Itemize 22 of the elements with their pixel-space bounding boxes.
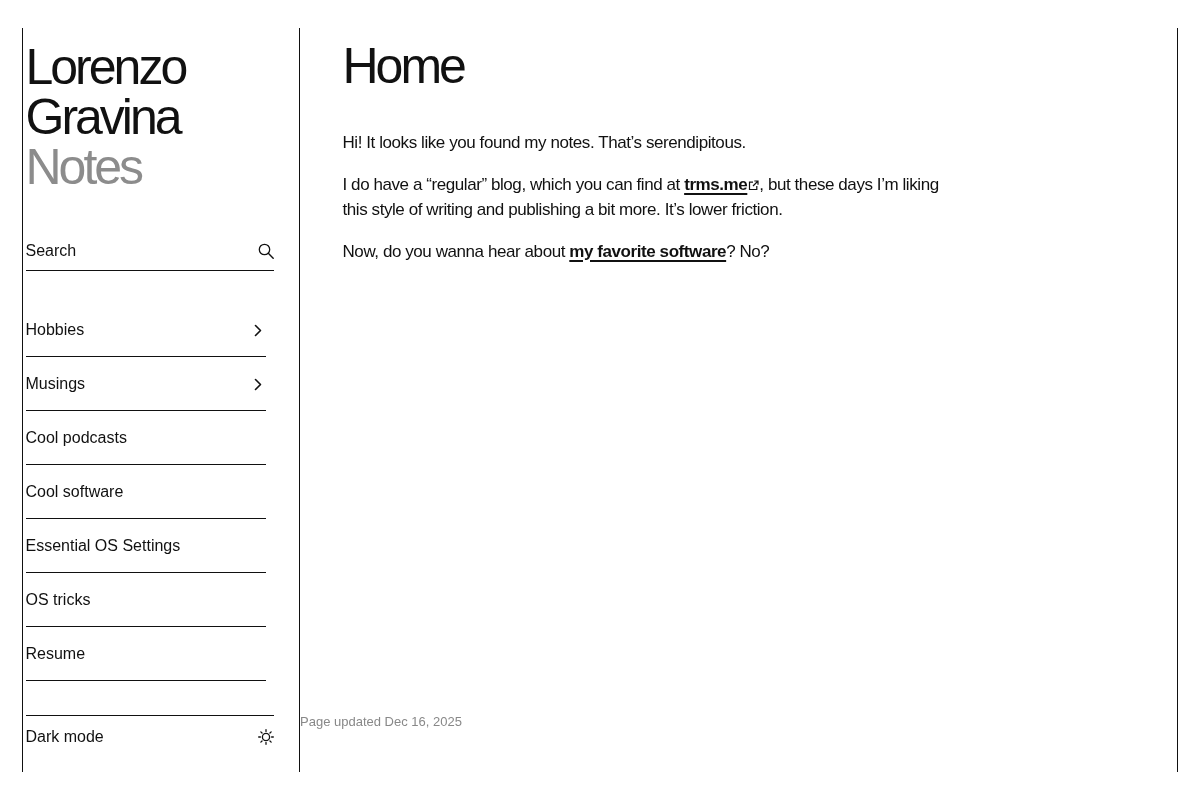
nav-link[interactable]: Cool podcasts — [25, 411, 266, 465]
paragraph: Now, do you wanna hear about my favorite software? No? — [342, 240, 771, 263]
nav-link[interactable]: Hobbies — [25, 303, 266, 357]
link[interactable]: trms.me — [684, 174, 760, 194]
page-updated-date: Page updated Dec 16, 2025 — [300, 713, 463, 731]
sun-icon — [258, 729, 274, 745]
nav-link[interactable]: Cool software — [25, 465, 266, 519]
dark-mode-toggle[interactable]: Dark mode — [25, 726, 274, 748]
site-title: Lorenzo Gravina — [25, 42, 187, 142]
paragraph: Hi! It looks like you found my notes. That’s serendipitous. — [342, 131, 747, 154]
link[interactable]: my favorite software — [569, 241, 727, 261]
nav-link[interactable]: Resume — [25, 627, 266, 681]
search-icon — [258, 243, 274, 259]
paragraph: I do have a “regular” blog, which you can find at trms.me , but these days I’m liking this style of writing and publishing a bit more. It’s lower friction. — [342, 173, 940, 221]
chevron-right-icon — [253, 323, 262, 337]
nav-link[interactable]: Musings — [25, 357, 266, 411]
search-field[interactable]: Search — [25, 231, 274, 271]
nav-link[interactable]: Essential OS Settings — [25, 519, 266, 573]
chevron-right-icon — [253, 377, 262, 391]
nav-link[interactable]: OS tricks — [25, 573, 266, 627]
page-title: Home — [342, 41, 466, 91]
site-subtitle: Notes — [25, 142, 143, 192]
